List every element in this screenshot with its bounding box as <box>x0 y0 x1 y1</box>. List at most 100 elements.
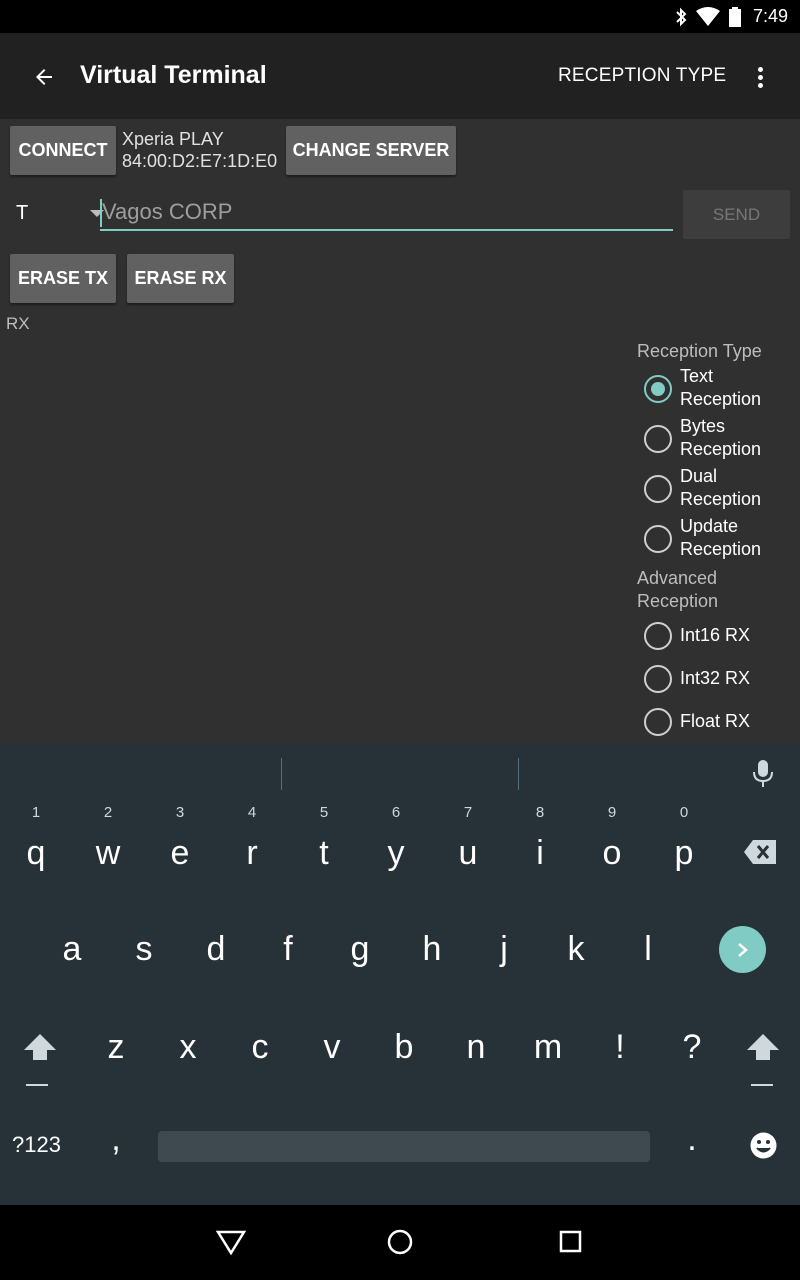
comma-key[interactable]: , <box>80 1120 152 1159</box>
overflow-menu-icon <box>757 66 763 72</box>
key-q[interactable]: 1q <box>0 804 72 873</box>
key-d[interactable]: d <box>180 930 252 969</box>
key-e[interactable]: 3e <box>144 804 216 873</box>
chevron-right-icon <box>737 942 748 957</box>
radio-label: Float RX <box>680 711 751 731</box>
period-key[interactable]: . <box>656 1120 728 1159</box>
key-label: y <box>387 834 405 872</box>
key-b[interactable]: b <box>368 1028 440 1067</box>
erase-tx-button[interactable]: ERASE TX <box>10 254 116 303</box>
key-label: g <box>350 930 370 968</box>
divider <box>281 758 282 790</box>
key-h[interactable]: h <box>396 930 468 969</box>
backspace-icon[interactable] <box>744 840 776 864</box>
key-s[interactable]: s <box>108 930 180 969</box>
key-x[interactable]: x <box>152 1028 224 1067</box>
text-cursor <box>100 199 102 227</box>
divider <box>518 758 519 790</box>
key-g[interactable]: g <box>324 930 396 969</box>
key-p[interactable]: 0p <box>648 804 720 873</box>
enter-key[interactable] <box>719 926 766 973</box>
microphone-icon[interactable] <box>752 760 774 788</box>
radio-button[interactable] <box>644 708 672 736</box>
key-i[interactable]: 8i <box>504 804 576 873</box>
reception-type-action-button[interactable]: RECEPTION TYPE <box>558 65 726 87</box>
home-circle-icon[interactable] <box>387 1229 413 1255</box>
key-m[interactable]: m <box>512 1028 584 1067</box>
keyboard-suggestion-bar <box>0 744 800 802</box>
status-time: 7:49 <box>752 6 788 26</box>
erase-rx-button[interactable]: ERASE RX <box>127 254 234 303</box>
radio-label: Update <box>680 516 739 536</box>
device-name: Xperia PLAY <box>122 129 224 149</box>
device-address: 84:00:D2:E7:1D:E0 <box>122 151 278 171</box>
battery-icon <box>729 7 741 27</box>
key-w[interactable]: 2w <box>72 804 144 873</box>
key-c[interactable]: c <box>224 1028 296 1067</box>
bluetooth-icon <box>676 7 687 27</box>
key-k[interactable]: k <box>540 930 612 969</box>
key-y[interactable]: 6y <box>360 804 432 873</box>
change-server-button[interactable]: CHANGE SERVER <box>286 126 456 175</box>
key-v[interactable]: v <box>296 1028 368 1067</box>
device-info: Xperia PLAY 84:00:D2:E7:1D:E0 <box>122 128 277 172</box>
reception-type-label: Reception Type <box>637 341 762 361</box>
key-o[interactable]: 9o <box>576 804 648 873</box>
key-l[interactable]: l <box>612 930 684 969</box>
key-n[interactable]: n <box>440 1028 512 1067</box>
key-t[interactable]: 5t <box>288 804 360 873</box>
symbols-key[interactable]: ?123 <box>12 1132 61 1158</box>
key-z[interactable]: z <box>80 1028 152 1067</box>
key-label: r <box>246 834 258 872</box>
key-f[interactable]: f <box>252 930 324 969</box>
shift-icon[interactable] <box>24 1034 56 1090</box>
key-r[interactable]: 4r <box>216 804 288 873</box>
connect-button[interactable]: CONNECT <box>10 126 116 175</box>
key-hint: 2 <box>103 804 113 821</box>
shift-icon[interactable] <box>747 1034 779 1090</box>
recents-square-icon[interactable] <box>559 1229 583 1253</box>
send-button[interactable]: SEND <box>683 190 790 239</box>
radio-button-checked[interactable] <box>644 375 672 403</box>
advanced-reception-label: Advanced Reception <box>637 568 719 611</box>
key-question[interactable]: ? <box>656 1028 728 1067</box>
key-label: a <box>62 930 82 968</box>
space-key[interactable] <box>158 1131 650 1162</box>
key-label: c <box>251 1028 269 1066</box>
key-label: x <box>179 1028 197 1066</box>
key-label: b <box>394 1028 414 1066</box>
key-label: p <box>674 834 694 872</box>
key-hint: 7 <box>463 804 473 821</box>
radio-button[interactable] <box>644 622 672 650</box>
key-label: ? <box>682 1028 702 1066</box>
key-hint: 3 <box>175 804 185 821</box>
key-label: q <box>26 834 46 872</box>
radio-button[interactable] <box>644 425 672 453</box>
key-j[interactable]: j <box>468 930 540 969</box>
key-hint: 9 <box>607 804 617 821</box>
overflow-menu-button[interactable] <box>748 61 772 93</box>
radio-button[interactable] <box>644 665 672 693</box>
key-exclamation[interactable]: ! <box>584 1028 656 1067</box>
radio-button[interactable] <box>644 525 672 553</box>
key-a[interactable]: a <box>36 930 108 969</box>
tx-mode-spinner[interactable]: T <box>16 200 104 230</box>
key-label: d <box>206 930 226 968</box>
back-button[interactable] <box>24 57 64 97</box>
key-label: u <box>458 834 478 872</box>
tx-mode-value: T <box>16 202 29 224</box>
key-label: t <box>319 834 329 872</box>
back-triangle-icon[interactable] <box>216 1229 246 1257</box>
key-label: e <box>170 834 190 872</box>
key-label: m <box>533 1028 563 1066</box>
tx-input[interactable] <box>100 195 673 231</box>
back-arrow-icon <box>36 69 52 85</box>
key-label: s <box>135 930 153 968</box>
app-bar: Virtual Terminal RECEPTION TYPE <box>0 33 800 119</box>
wifi-icon <box>696 7 720 26</box>
key-label: l <box>644 930 652 968</box>
radio-button[interactable] <box>644 475 672 503</box>
emoji-icon[interactable] <box>750 1132 777 1159</box>
key-u[interactable]: 7u <box>432 804 504 873</box>
key-hint: 0 <box>679 804 689 821</box>
